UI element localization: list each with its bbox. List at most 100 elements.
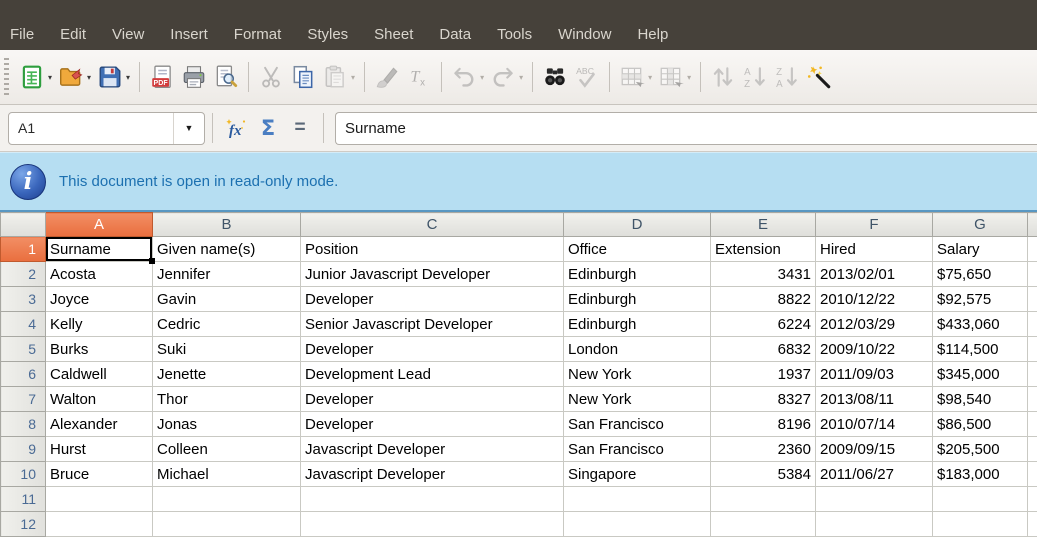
find-replace-button[interactable] (539, 59, 571, 95)
row-header-3[interactable]: 3 (1, 287, 46, 312)
cell-G6[interactable]: $345,000 (933, 362, 1028, 387)
cell-C10[interactable]: Javascript Developer (301, 462, 564, 487)
cell-G4[interactable]: $433,060 (933, 312, 1028, 337)
menu-sheet[interactable]: Sheet (374, 26, 413, 43)
cell-E7[interactable]: 8327 (711, 387, 816, 412)
cell-C2[interactable]: Junior Javascript Developer (301, 262, 564, 287)
cell-C1[interactable]: Position (301, 237, 564, 262)
cell-C8[interactable]: Developer (301, 412, 564, 437)
row-header-10[interactable]: 10 (1, 462, 46, 487)
cell-G3[interactable]: $92,575 (933, 287, 1028, 312)
cell-E10[interactable]: 5384 (711, 462, 816, 487)
cell-E2[interactable]: 3431 (711, 262, 816, 287)
column-header-F[interactable]: F (816, 213, 933, 237)
cell-E11[interactable] (711, 487, 816, 512)
dropdown-arrow-icon[interactable]: ▾ (126, 73, 130, 82)
cell-E3[interactable]: 8822 (711, 287, 816, 312)
row-header-8[interactable]: 8 (1, 412, 46, 437)
export-pdf-button[interactable]: PDF (146, 59, 178, 95)
cell-G9[interactable]: $205,500 (933, 437, 1028, 462)
cell-H11[interactable] (1028, 487, 1037, 512)
cell-F10[interactable]: 2011/06/27 (816, 462, 933, 487)
cell-B9[interactable]: Colleen (153, 437, 301, 462)
cell-D7[interactable]: New York (564, 387, 711, 412)
cell-D9[interactable]: San Francisco (564, 437, 711, 462)
cell-A1[interactable]: Surname (46, 237, 153, 262)
cell-H12[interactable] (1028, 512, 1037, 537)
cell-D12[interactable] (564, 512, 711, 537)
cell-C6[interactable]: Development Lead (301, 362, 564, 387)
cell-F5[interactable]: 2009/10/22 (816, 337, 933, 362)
cell-A3[interactable]: Joyce (46, 287, 153, 312)
cell-A8[interactable]: Alexander (46, 412, 153, 437)
cell-H9[interactable] (1028, 437, 1037, 462)
cell-F6[interactable]: 2011/09/03 (816, 362, 933, 387)
cell-G12[interactable] (933, 512, 1028, 537)
cell-D6[interactable]: New York (564, 362, 711, 387)
cell-C12[interactable] (301, 512, 564, 537)
cell-F4[interactable]: 2012/03/29 (816, 312, 933, 337)
cell-H1[interactable] (1028, 237, 1037, 262)
row-header-9[interactable]: 9 (1, 437, 46, 462)
save-button[interactable]: ▾ (94, 59, 133, 95)
print-button[interactable] (178, 59, 210, 95)
cell-G10[interactable]: $183,000 (933, 462, 1028, 487)
column-header-D[interactable]: D (564, 213, 711, 237)
cell-B7[interactable]: Thor (153, 387, 301, 412)
menu-data[interactable]: Data (439, 26, 471, 43)
column-header-E[interactable]: E (711, 213, 816, 237)
open-button[interactable]: ▾ (55, 59, 94, 95)
row-header-7[interactable]: 7 (1, 387, 46, 412)
dropdown-arrow-icon[interactable]: ▾ (48, 73, 52, 82)
cell-D5[interactable]: London (564, 337, 711, 362)
cell-B8[interactable]: Jonas (153, 412, 301, 437)
cell-A7[interactable]: Walton (46, 387, 153, 412)
row-header-5[interactable]: 5 (1, 337, 46, 362)
cell-C7[interactable]: Developer (301, 387, 564, 412)
row-header-12[interactable]: 12 (1, 512, 46, 537)
autofilter-button[interactable] (803, 59, 835, 95)
cell-G8[interactable]: $86,500 (933, 412, 1028, 437)
column-header-partial[interactable] (1028, 213, 1037, 237)
cell-D2[interactable]: Edinburgh (564, 262, 711, 287)
cell-G7[interactable]: $98,540 (933, 387, 1028, 412)
menu-tools[interactable]: Tools (497, 26, 532, 43)
cell-F7[interactable]: 2013/08/11 (816, 387, 933, 412)
new-document-button[interactable]: ▾ (16, 59, 55, 95)
cell-B3[interactable]: Gavin (153, 287, 301, 312)
cell-G11[interactable] (933, 487, 1028, 512)
equals-button[interactable]: = (284, 111, 316, 145)
menu-insert[interactable]: Insert (170, 26, 208, 43)
cell-H10[interactable] (1028, 462, 1037, 487)
cell-D10[interactable]: Singapore (564, 462, 711, 487)
cell-D4[interactable]: Edinburgh (564, 312, 711, 337)
menu-styles[interactable]: Styles (307, 26, 348, 43)
cell-B2[interactable]: Jennifer (153, 262, 301, 287)
cell-B11[interactable] (153, 487, 301, 512)
cell-F2[interactable]: 2013/02/01 (816, 262, 933, 287)
print-preview-button[interactable] (210, 59, 242, 95)
cell-F1[interactable]: Hired (816, 237, 933, 262)
cell-F8[interactable]: 2010/07/14 (816, 412, 933, 437)
cell-E5[interactable]: 6832 (711, 337, 816, 362)
cell-C11[interactable] (301, 487, 564, 512)
cell-H3[interactable] (1028, 287, 1037, 312)
cell-B5[interactable]: Suki (153, 337, 301, 362)
column-header-A[interactable]: A (46, 213, 153, 237)
cell-G5[interactable]: $114,500 (933, 337, 1028, 362)
row-header-1[interactable]: 1 (1, 237, 46, 262)
cell-A6[interactable]: Caldwell (46, 362, 153, 387)
sum-button[interactable]: Σ (252, 111, 284, 145)
cell-H5[interactable] (1028, 337, 1037, 362)
cell-C4[interactable]: Senior Javascript Developer (301, 312, 564, 337)
cell-G1[interactable]: Salary (933, 237, 1028, 262)
cell-D3[interactable]: Edinburgh (564, 287, 711, 312)
cell-A11[interactable] (46, 487, 153, 512)
cell-A5[interactable]: Burks (46, 337, 153, 362)
cell-A4[interactable]: Kelly (46, 312, 153, 337)
cell-C5[interactable]: Developer (301, 337, 564, 362)
cell-C3[interactable]: Developer (301, 287, 564, 312)
menu-format[interactable]: Format (234, 26, 282, 43)
cell-E8[interactable]: 8196 (711, 412, 816, 437)
cell-A2[interactable]: Acosta (46, 262, 153, 287)
